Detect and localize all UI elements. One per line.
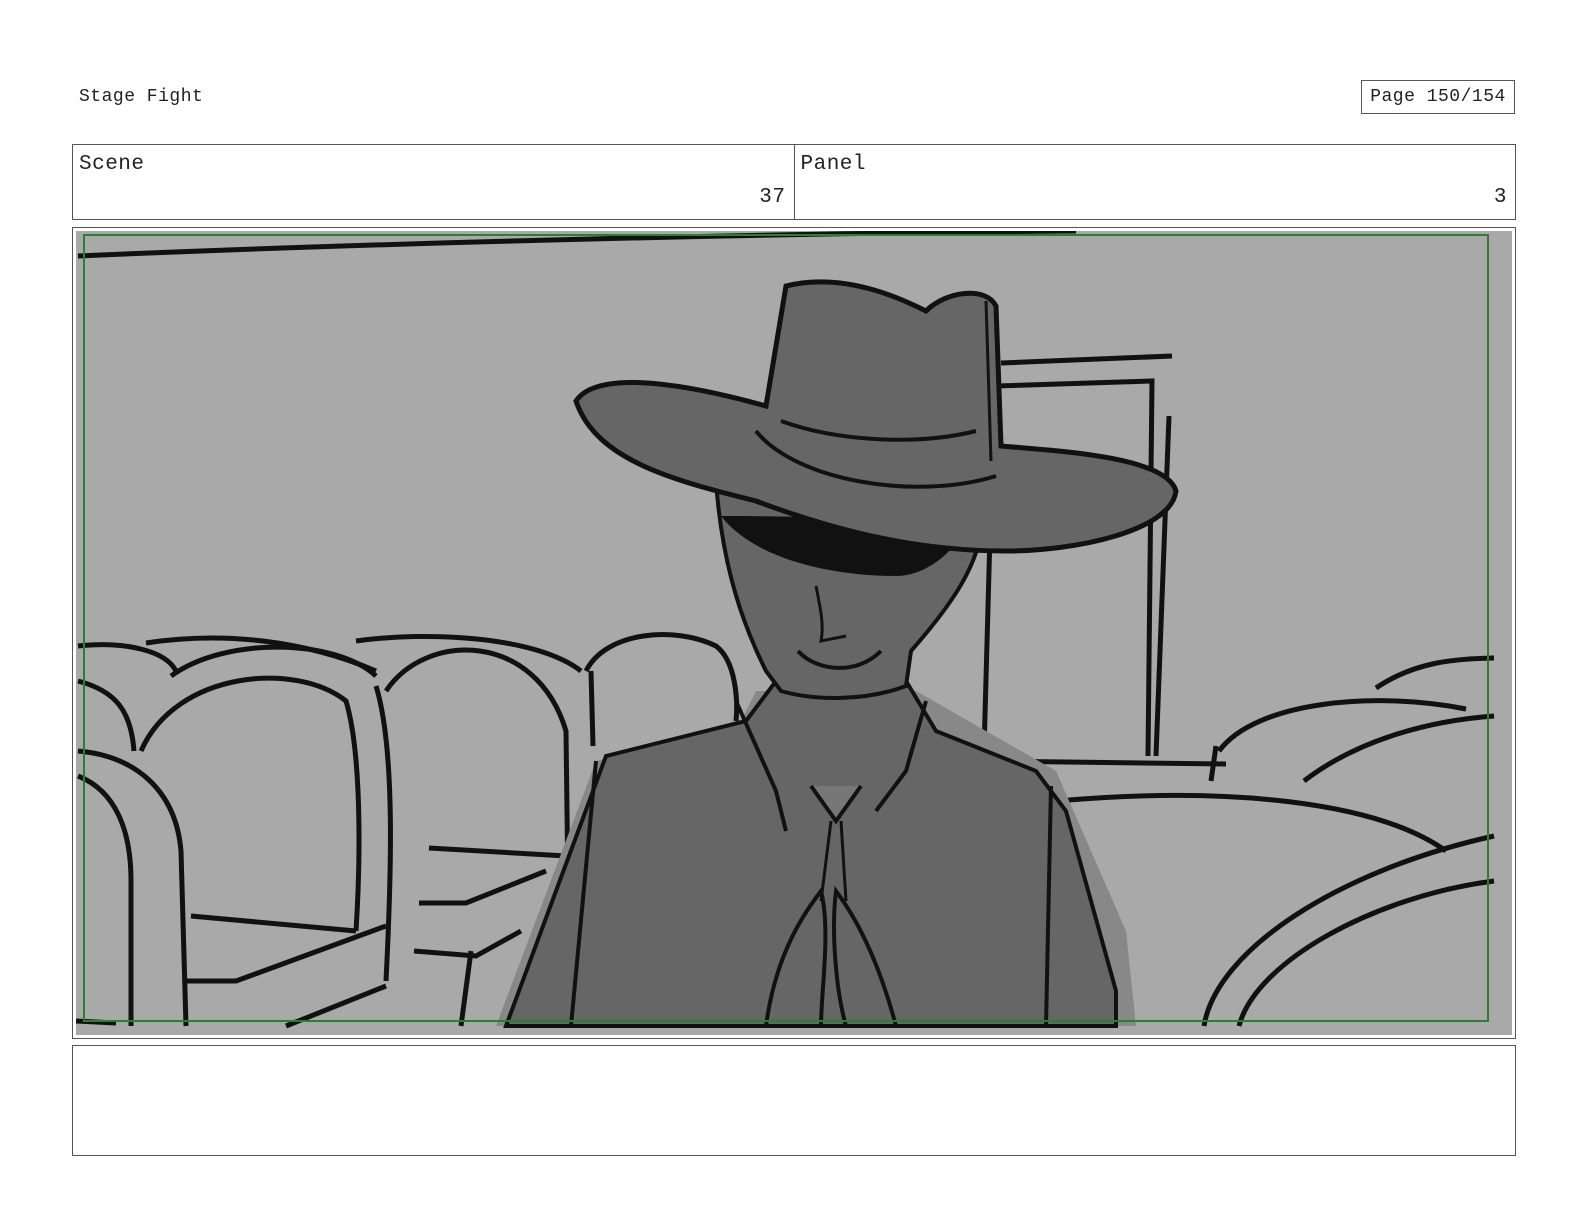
notes-box bbox=[72, 1045, 1516, 1156]
panel-label: Panel bbox=[800, 153, 867, 176]
panel-number: 3 bbox=[1493, 186, 1507, 209]
panel-cell: Panel 3 bbox=[793, 145, 1516, 219]
storyboard-frame bbox=[72, 227, 1516, 1039]
page-number-box: Page 150/154 bbox=[1361, 80, 1515, 114]
scene-number: 37 bbox=[759, 186, 786, 209]
document-title: Stage Fight bbox=[79, 87, 204, 107]
scene-label: Scene bbox=[79, 153, 145, 176]
scene-cell: Scene 37 bbox=[73, 145, 794, 219]
scene-panel-header: Scene 37 Panel 3 bbox=[72, 144, 1516, 220]
storyboard-drawing bbox=[76, 231, 1512, 1035]
